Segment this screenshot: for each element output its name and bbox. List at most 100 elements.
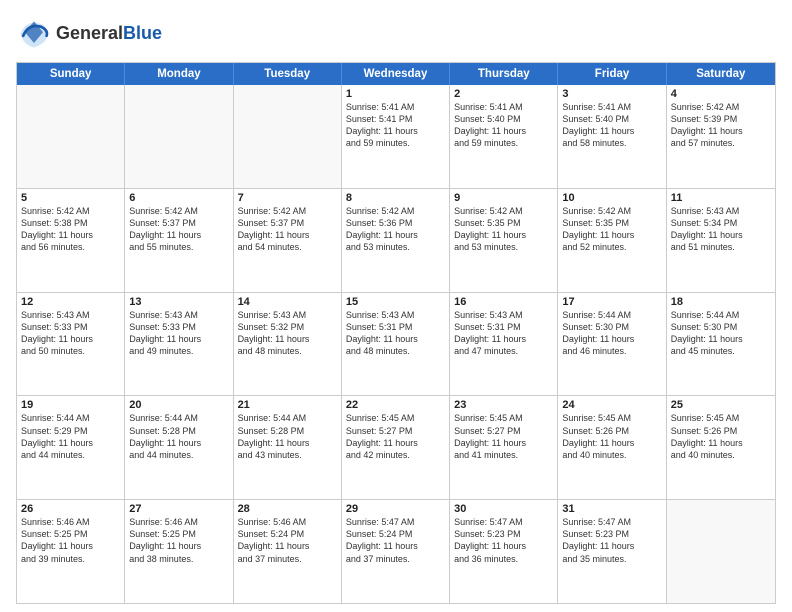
cell-info: Sunrise: 5:44 AM Sunset: 5:29 PM Dayligh… — [21, 412, 120, 461]
calendar-cell-20: 20Sunrise: 5:44 AM Sunset: 5:28 PM Dayli… — [125, 396, 233, 499]
week-row-1: 1Sunrise: 5:41 AM Sunset: 5:41 PM Daylig… — [17, 85, 775, 188]
cell-date: 13 — [129, 296, 228, 308]
calendar-cell-22: 22Sunrise: 5:45 AM Sunset: 5:27 PM Dayli… — [342, 396, 450, 499]
cell-date: 30 — [454, 503, 553, 515]
cell-info: Sunrise: 5:45 AM Sunset: 5:27 PM Dayligh… — [454, 412, 553, 461]
cell-date: 17 — [562, 296, 661, 308]
cell-date: 1 — [346, 88, 445, 100]
cell-date: 15 — [346, 296, 445, 308]
calendar-cell-16: 16Sunrise: 5:43 AM Sunset: 5:31 PM Dayli… — [450, 293, 558, 396]
cell-info: Sunrise: 5:43 AM Sunset: 5:31 PM Dayligh… — [454, 309, 553, 358]
calendar-cell-19: 19Sunrise: 5:44 AM Sunset: 5:29 PM Dayli… — [17, 396, 125, 499]
cell-info: Sunrise: 5:42 AM Sunset: 5:35 PM Dayligh… — [562, 205, 661, 254]
calendar-cell-12: 12Sunrise: 5:43 AM Sunset: 5:33 PM Dayli… — [17, 293, 125, 396]
cell-info: Sunrise: 5:42 AM Sunset: 5:38 PM Dayligh… — [21, 205, 120, 254]
cell-info: Sunrise: 5:42 AM Sunset: 5:39 PM Dayligh… — [671, 101, 771, 150]
calendar-cell-24: 24Sunrise: 5:45 AM Sunset: 5:26 PM Dayli… — [558, 396, 666, 499]
cell-info: Sunrise: 5:47 AM Sunset: 5:23 PM Dayligh… — [562, 516, 661, 565]
cell-date: 25 — [671, 399, 771, 411]
cell-date: 11 — [671, 192, 771, 204]
calendar-cell-9: 9Sunrise: 5:42 AM Sunset: 5:35 PM Daylig… — [450, 189, 558, 292]
cell-info: Sunrise: 5:43 AM Sunset: 5:31 PM Dayligh… — [346, 309, 445, 358]
cell-date: 27 — [129, 503, 228, 515]
calendar-cell-3: 3Sunrise: 5:41 AM Sunset: 5:40 PM Daylig… — [558, 85, 666, 188]
cell-date: 26 — [21, 503, 120, 515]
cell-date: 4 — [671, 88, 771, 100]
calendar-cell-empty — [234, 85, 342, 188]
calendar-cell-empty — [667, 500, 775, 603]
cell-date: 7 — [238, 192, 337, 204]
calendar-cell-5: 5Sunrise: 5:42 AM Sunset: 5:38 PM Daylig… — [17, 189, 125, 292]
calendar-cell-23: 23Sunrise: 5:45 AM Sunset: 5:27 PM Dayli… — [450, 396, 558, 499]
calendar-cell-30: 30Sunrise: 5:47 AM Sunset: 5:23 PM Dayli… — [450, 500, 558, 603]
page-container: GeneralBlue SundayMondayTuesdayWednesday… — [0, 0, 792, 612]
cell-info: Sunrise: 5:42 AM Sunset: 5:36 PM Dayligh… — [346, 205, 445, 254]
cell-date: 2 — [454, 88, 553, 100]
day-header-friday: Friday — [558, 63, 666, 85]
cell-date: 3 — [562, 88, 661, 100]
cell-date: 23 — [454, 399, 553, 411]
header: GeneralBlue — [16, 16, 776, 52]
calendar-cell-13: 13Sunrise: 5:43 AM Sunset: 5:33 PM Dayli… — [125, 293, 233, 396]
calendar-cell-1: 1Sunrise: 5:41 AM Sunset: 5:41 PM Daylig… — [342, 85, 450, 188]
cell-date: 5 — [21, 192, 120, 204]
calendar-cell-11: 11Sunrise: 5:43 AM Sunset: 5:34 PM Dayli… — [667, 189, 775, 292]
calendar-cell-2: 2Sunrise: 5:41 AM Sunset: 5:40 PM Daylig… — [450, 85, 558, 188]
cell-date: 19 — [21, 399, 120, 411]
calendar-cell-28: 28Sunrise: 5:46 AM Sunset: 5:24 PM Dayli… — [234, 500, 342, 603]
day-header-tuesday: Tuesday — [234, 63, 342, 85]
calendar-cell-31: 31Sunrise: 5:47 AM Sunset: 5:23 PM Dayli… — [558, 500, 666, 603]
calendar: SundayMondayTuesdayWednesdayThursdayFrid… — [16, 62, 776, 604]
day-header-thursday: Thursday — [450, 63, 558, 85]
cell-info: Sunrise: 5:47 AM Sunset: 5:23 PM Dayligh… — [454, 516, 553, 565]
day-header-sunday: Sunday — [17, 63, 125, 85]
calendar-cell-21: 21Sunrise: 5:44 AM Sunset: 5:28 PM Dayli… — [234, 396, 342, 499]
cell-info: Sunrise: 5:45 AM Sunset: 5:26 PM Dayligh… — [671, 412, 771, 461]
calendar-cell-empty — [17, 85, 125, 188]
calendar-cell-15: 15Sunrise: 5:43 AM Sunset: 5:31 PM Dayli… — [342, 293, 450, 396]
cell-date: 24 — [562, 399, 661, 411]
cell-date: 22 — [346, 399, 445, 411]
cell-info: Sunrise: 5:46 AM Sunset: 5:25 PM Dayligh… — [21, 516, 120, 565]
cell-info: Sunrise: 5:43 AM Sunset: 5:33 PM Dayligh… — [129, 309, 228, 358]
logo-icon — [16, 16, 52, 52]
cell-info: Sunrise: 5:44 AM Sunset: 5:30 PM Dayligh… — [562, 309, 661, 358]
calendar-cell-14: 14Sunrise: 5:43 AM Sunset: 5:32 PM Dayli… — [234, 293, 342, 396]
cell-info: Sunrise: 5:46 AM Sunset: 5:24 PM Dayligh… — [238, 516, 337, 565]
calendar-cell-empty — [125, 85, 233, 188]
calendar-cell-4: 4Sunrise: 5:42 AM Sunset: 5:39 PM Daylig… — [667, 85, 775, 188]
cell-date: 12 — [21, 296, 120, 308]
cell-info: Sunrise: 5:41 AM Sunset: 5:40 PM Dayligh… — [562, 101, 661, 150]
calendar-cell-25: 25Sunrise: 5:45 AM Sunset: 5:26 PM Dayli… — [667, 396, 775, 499]
cell-date: 8 — [346, 192, 445, 204]
calendar-cell-7: 7Sunrise: 5:42 AM Sunset: 5:37 PM Daylig… — [234, 189, 342, 292]
day-headers: SundayMondayTuesdayWednesdayThursdayFrid… — [17, 63, 775, 85]
cell-info: Sunrise: 5:44 AM Sunset: 5:28 PM Dayligh… — [238, 412, 337, 461]
cell-info: Sunrise: 5:42 AM Sunset: 5:37 PM Dayligh… — [238, 205, 337, 254]
cell-date: 18 — [671, 296, 771, 308]
cell-date: 14 — [238, 296, 337, 308]
cell-date: 16 — [454, 296, 553, 308]
cell-info: Sunrise: 5:44 AM Sunset: 5:30 PM Dayligh… — [671, 309, 771, 358]
cell-info: Sunrise: 5:41 AM Sunset: 5:41 PM Dayligh… — [346, 101, 445, 150]
cell-date: 6 — [129, 192, 228, 204]
cell-info: Sunrise: 5:46 AM Sunset: 5:25 PM Dayligh… — [129, 516, 228, 565]
cell-info: Sunrise: 5:44 AM Sunset: 5:28 PM Dayligh… — [129, 412, 228, 461]
week-row-2: 5Sunrise: 5:42 AM Sunset: 5:38 PM Daylig… — [17, 188, 775, 292]
calendar-cell-10: 10Sunrise: 5:42 AM Sunset: 5:35 PM Dayli… — [558, 189, 666, 292]
cell-info: Sunrise: 5:43 AM Sunset: 5:33 PM Dayligh… — [21, 309, 120, 358]
calendar-cell-18: 18Sunrise: 5:44 AM Sunset: 5:30 PM Dayli… — [667, 293, 775, 396]
cell-info: Sunrise: 5:45 AM Sunset: 5:26 PM Dayligh… — [562, 412, 661, 461]
cell-info: Sunrise: 5:42 AM Sunset: 5:35 PM Dayligh… — [454, 205, 553, 254]
calendar-cell-29: 29Sunrise: 5:47 AM Sunset: 5:24 PM Dayli… — [342, 500, 450, 603]
cell-date: 29 — [346, 503, 445, 515]
day-header-wednesday: Wednesday — [342, 63, 450, 85]
cell-info: Sunrise: 5:43 AM Sunset: 5:32 PM Dayligh… — [238, 309, 337, 358]
cell-date: 9 — [454, 192, 553, 204]
week-row-3: 12Sunrise: 5:43 AM Sunset: 5:33 PM Dayli… — [17, 292, 775, 396]
day-header-saturday: Saturday — [667, 63, 775, 85]
cell-date: 28 — [238, 503, 337, 515]
weeks: 1Sunrise: 5:41 AM Sunset: 5:41 PM Daylig… — [17, 85, 775, 603]
cell-info: Sunrise: 5:41 AM Sunset: 5:40 PM Dayligh… — [454, 101, 553, 150]
cell-info: Sunrise: 5:47 AM Sunset: 5:24 PM Dayligh… — [346, 516, 445, 565]
